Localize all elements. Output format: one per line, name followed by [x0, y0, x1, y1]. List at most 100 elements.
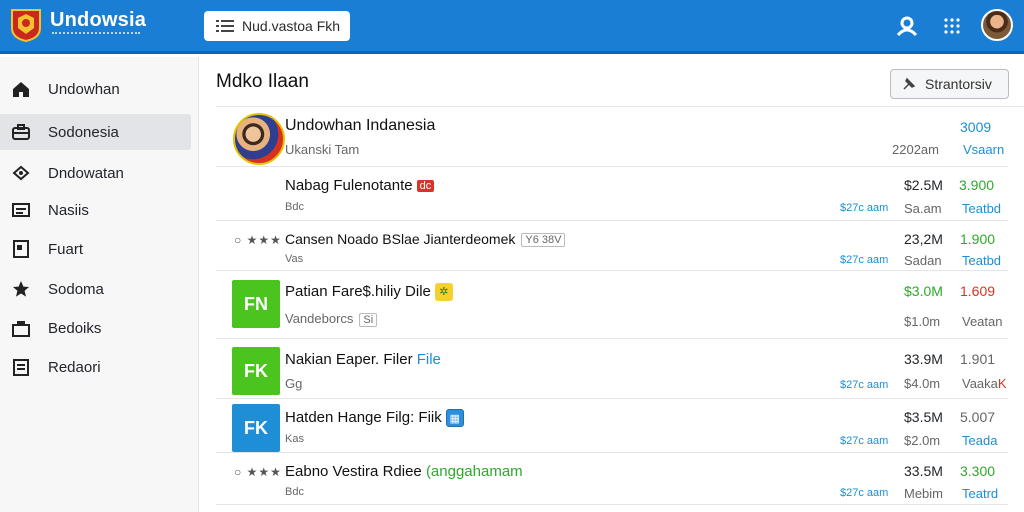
sidebar-item-label: Sodonesia	[48, 123, 119, 141]
sidebar-item-redaori[interactable]: Redaori	[0, 349, 191, 385]
list-item[interactable]: Undowhan Indanesia Ukanski Tam 3009 2202…	[216, 107, 1008, 167]
apps-button[interactable]	[939, 13, 965, 39]
row-status-extra: K	[997, 376, 1007, 391]
list-item[interactable]: ○ ★★★ Cansen Noado BSlae Jianterdeomek Y6…	[216, 221, 1008, 271]
sidebar-item-label: Redaori	[48, 358, 101, 376]
row-value: 1.609	[960, 283, 996, 299]
row-status: Veatan	[962, 314, 1003, 329]
sidebar-item-label: Sodoma	[48, 280, 104, 298]
document-icon	[13, 240, 29, 258]
grid-icon	[944, 18, 960, 34]
list-item[interactable]: FK Hatden Hange Filg: Fiik ▦ Kas $27c aam…	[216, 399, 1008, 453]
menu-lines-icon	[216, 20, 234, 32]
row-badge: Y6 38V	[521, 233, 566, 248]
row-time: $27c aam	[840, 487, 889, 499]
list-item[interactable]: Nabag Fulenotante dc Bdc $27c aam $2.5M 3…	[216, 167, 1008, 221]
row-subtitle: Vandeborcs Si	[285, 311, 378, 327]
row-title-text: Patian Fare$.hiliy Dile	[285, 283, 431, 300]
sidebar-item-label: Fuart	[48, 240, 84, 258]
row-amount: 33.9M	[904, 351, 943, 367]
row-time: $27c aam	[840, 379, 889, 391]
list-item[interactable]: FK Nakian Eaper. Filer File Gg $27c aam …	[216, 339, 1008, 399]
row-subtitle: Gg	[285, 376, 303, 391]
sidebar-item-label: Undowhan	[48, 80, 120, 98]
row-time: $27c aam	[840, 435, 889, 447]
profile-button[interactable]	[894, 13, 920, 39]
sidebar-item-dndowatan[interactable]: Dndowatan	[0, 155, 191, 191]
crest-logo-icon[interactable]	[10, 8, 42, 42]
row-amount: $3.0M	[904, 283, 943, 299]
sidebar-item-label: Bedoiks	[48, 319, 102, 337]
clipboard-icon	[13, 359, 29, 376]
row-amount-sub: $2.0m	[904, 433, 941, 448]
sidebar-item-undowhan[interactable]: Undowhan	[0, 71, 191, 107]
row-title-extra: File	[416, 351, 441, 368]
sidebar-item-bedoiks[interactable]: Bedoiks	[0, 310, 191, 346]
row-value: 3.300	[960, 463, 996, 479]
row-amount: 23,2M	[904, 231, 943, 247]
strantorsiv-button[interactable]: Strantorsiv	[890, 69, 1009, 99]
home-icon	[13, 82, 29, 97]
row-value: 3009	[960, 119, 992, 135]
sparkle-icon: ✲	[434, 283, 453, 302]
rating-stars: ○ ★★★	[234, 465, 282, 479]
sidebar-item-sodonesia[interactable]: Sodonesia	[0, 114, 191, 150]
row-value: 3.900	[959, 177, 995, 193]
sidebar-item-sodoma[interactable]: Sodoma	[0, 271, 191, 307]
user-avatar[interactable]	[981, 9, 1013, 41]
row-status: Teatrd	[962, 486, 999, 501]
list-item[interactable]: ○ ★★★ Eabno Vestira Rdiee (anggahamam Bd…	[216, 453, 1008, 505]
row-time: $27c aam	[840, 254, 889, 266]
row-title: Nabag Fulenotante dc	[285, 177, 435, 194]
row-subtitle-text: Vandeborcs	[285, 311, 354, 326]
row-status: Teatbd	[962, 201, 1002, 216]
user-icon	[896, 16, 918, 37]
row-title-text: Nabag Fulenotante	[285, 177, 413, 194]
sidebar-item-label: Nasiis	[48, 201, 89, 219]
row-amount-sub: Sa.am	[904, 201, 942, 216]
row-amount: 33.5M	[904, 463, 943, 479]
row-title: Hatden Hange Filg: Fiik ▦	[285, 409, 464, 428]
row-badge: Si	[359, 312, 378, 327]
list-item[interactable]: FN Patian Fare$.hiliy Dile ✲ Vandeborcs Si…	[216, 271, 1008, 339]
search-value: Nud.vastoa Fkh	[242, 18, 341, 34]
row-amount-sub: Sadan	[904, 253, 942, 268]
row-title: Undowhan Indanesia	[285, 117, 436, 134]
row-status: Teatbd	[962, 253, 1002, 268]
briefcase-icon	[12, 124, 30, 140]
row-amount: $2.5M	[904, 177, 943, 193]
row-title: Eabno Vestira Rdiee (anggahamam	[285, 463, 523, 480]
sidebar-item-fuart[interactable]: Fuart	[0, 231, 191, 267]
row-subtitle: Bdc	[285, 486, 304, 498]
row-title: Nakian Eaper. Filer File	[285, 351, 441, 368]
row-title-text: Hatden Hange Filg: Fiik	[285, 409, 442, 426]
avatar	[233, 113, 285, 165]
row-title: Patian Fare$.hiliy Dile ✲	[285, 283, 453, 302]
row-subtitle: Bdc	[285, 201, 304, 213]
main-panel: Mdko Ilaan Strantorsiv Undowhan Indanesi…	[200, 57, 1024, 512]
row-time: $27c aam	[840, 202, 889, 214]
rating-stars: ○ ★★★	[234, 233, 282, 247]
row-badge: dc	[416, 180, 435, 193]
row-title-text: Eabno Vestira Rdiee	[285, 463, 422, 480]
row-value: 1.900	[960, 231, 996, 247]
row-title: Cansen Noado BSlae Jianterdeomek Y6 38V	[285, 231, 566, 248]
sidebar-item-nasiis[interactable]: Nasiis	[0, 192, 191, 228]
row-time: 2202am	[892, 142, 939, 157]
file-tile: FK	[232, 404, 280, 452]
app-brand[interactable]: Undowsia	[50, 9, 146, 32]
row-status: Vsaarn	[963, 142, 1005, 157]
network-icon	[12, 165, 30, 181]
grid-badge-icon: ▦	[445, 409, 464, 428]
row-status: VaakaK	[962, 376, 1007, 391]
file-tile: FN	[232, 280, 280, 328]
row-amount: $3.5M	[904, 409, 943, 425]
row-subtitle: Ukanski Tam	[285, 142, 360, 157]
sidebar-item-label: Dndowatan	[48, 164, 124, 182]
search-input[interactable]: Nud.vastoa Fkh	[204, 11, 350, 41]
star-icon	[13, 281, 29, 297]
row-value: 5.007	[960, 409, 996, 425]
row-amount-sub: $1.0m	[904, 314, 941, 329]
pin-icon	[903, 77, 916, 90]
row-status-text: Vaaka	[962, 376, 998, 391]
